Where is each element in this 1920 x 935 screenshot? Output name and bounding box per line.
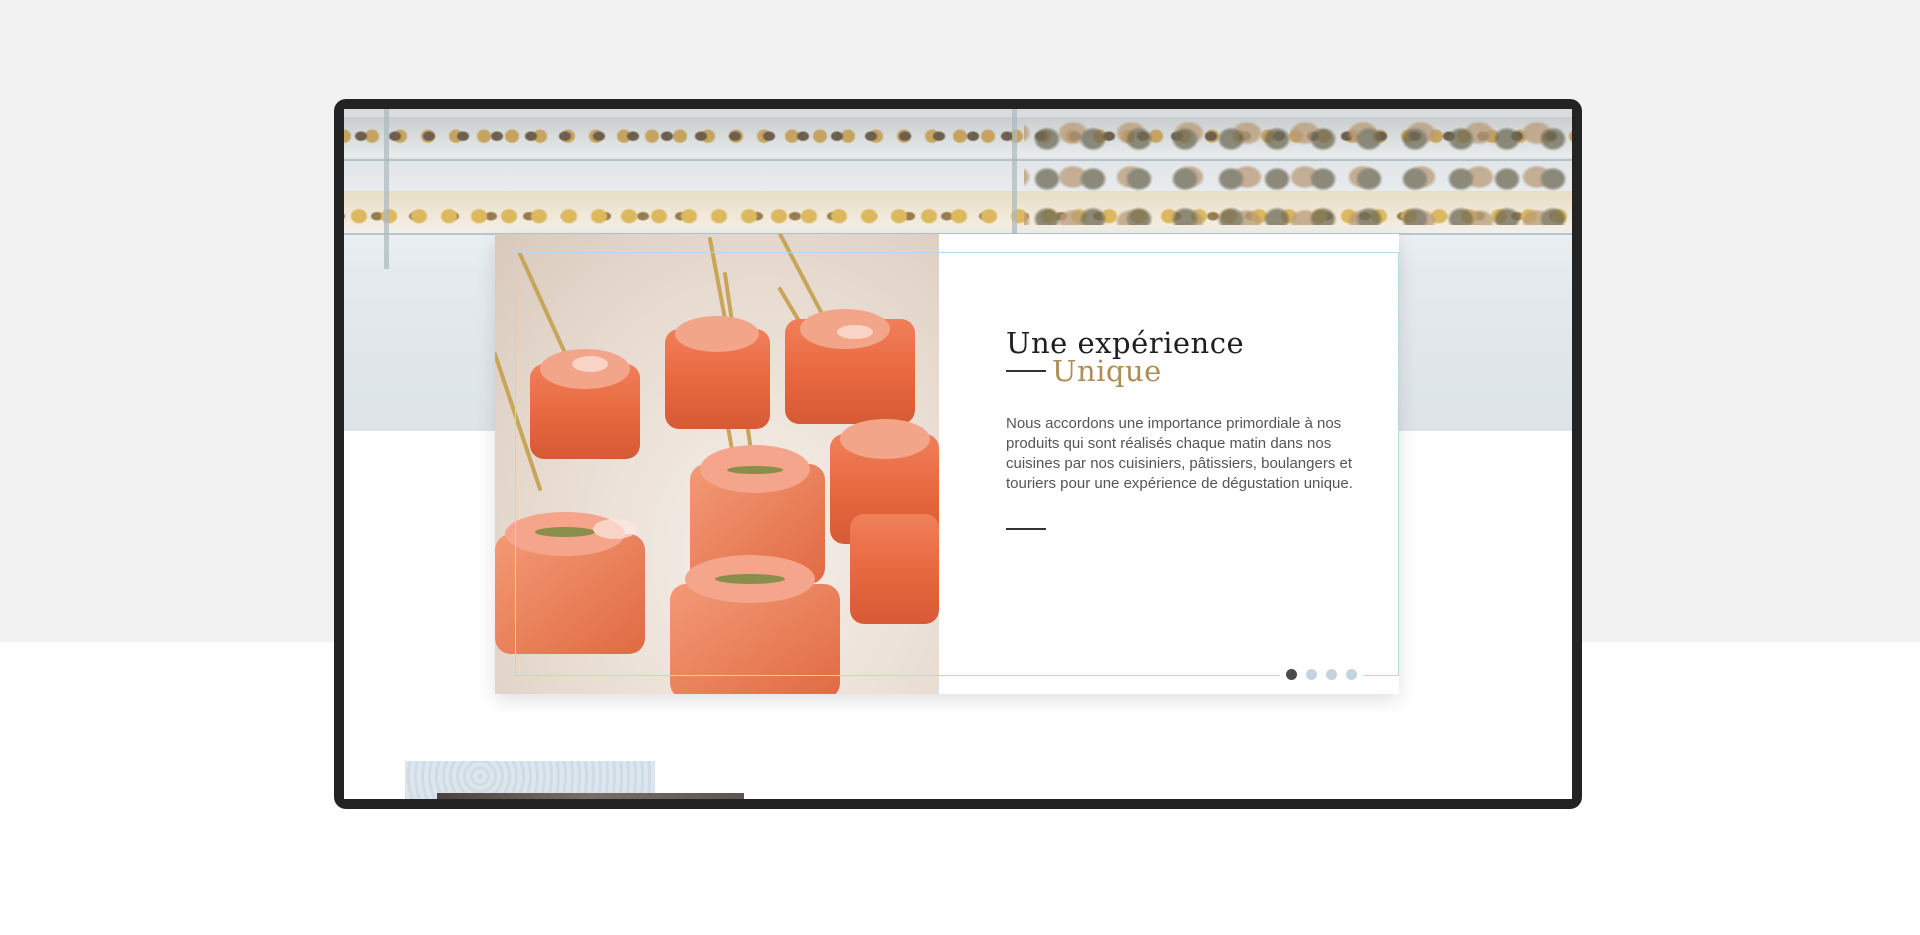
slide-text-block: Une expérience Unique Nous accordons une… <box>1006 328 1366 530</box>
salmon-illustration <box>495 234 939 694</box>
description-dash <box>1006 528 1046 530</box>
display-post <box>384 109 389 269</box>
title-dash <box>1006 370 1046 372</box>
slider-dot-2[interactable] <box>1306 669 1317 680</box>
slide-title-line2: Unique <box>1052 354 1162 388</box>
slider-dot-1[interactable] <box>1286 669 1297 680</box>
experience-slide-card: Une expérience Unique Nous accordons une… <box>495 234 1399 694</box>
salmon-skewers-photo <box>495 234 939 694</box>
section-image-peek <box>437 793 744 799</box>
slider-dot-4[interactable] <box>1346 669 1357 680</box>
slider-dot-3[interactable] <box>1326 669 1337 680</box>
sandwich-display <box>1024 115 1572 225</box>
slider-pagination <box>1280 669 1363 680</box>
slide-description: Nous accordons une importance primordial… <box>1006 415 1353 492</box>
slide-title-row2: Unique <box>1006 356 1366 386</box>
